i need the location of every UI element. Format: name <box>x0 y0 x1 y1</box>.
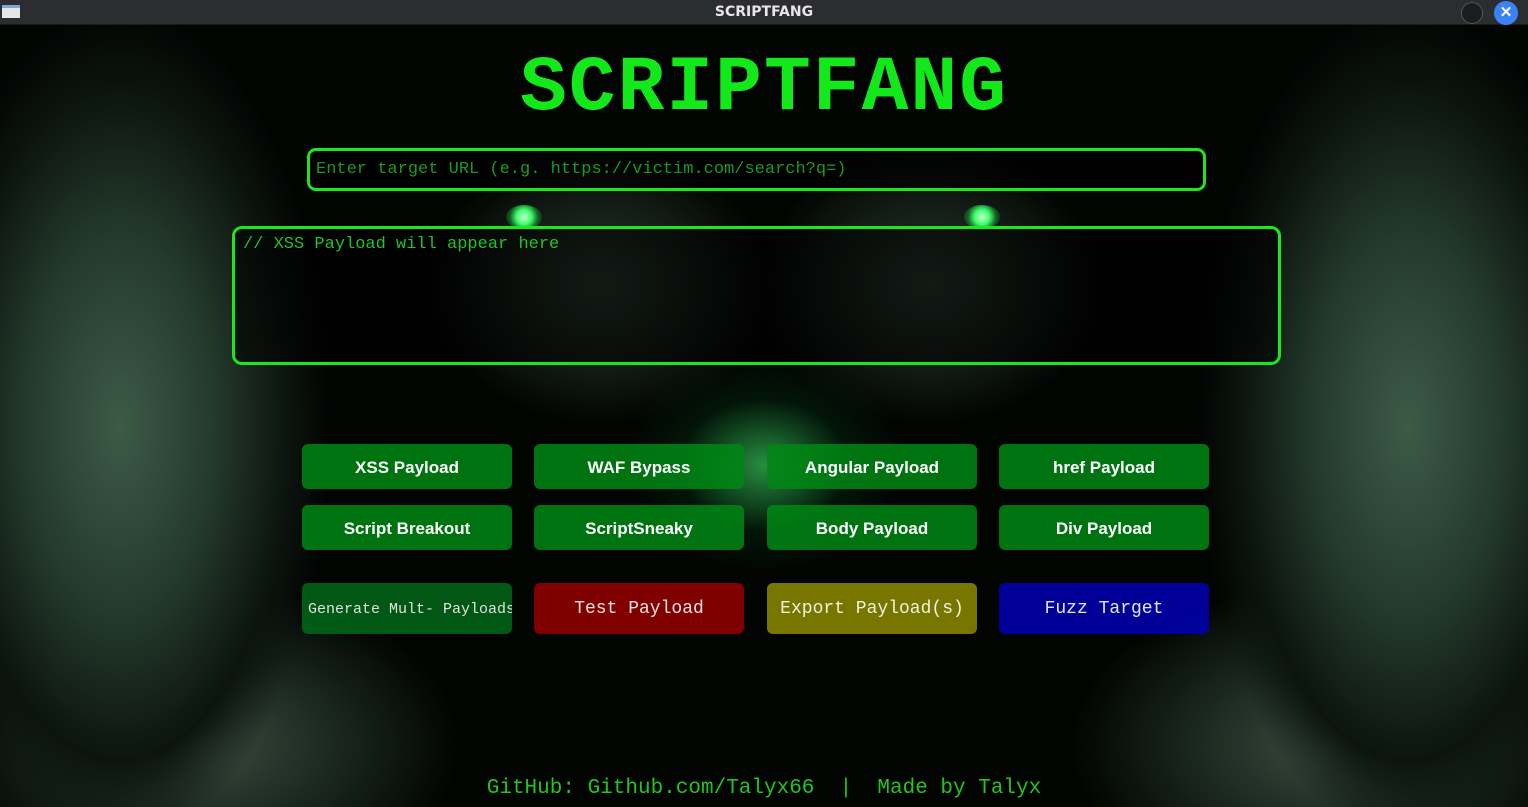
test-payload-button[interactable]: Test Payload <box>534 583 744 634</box>
script-breakout-button[interactable]: Script Breakout <box>302 505 512 550</box>
window-titlebar: SCRIPTFANG ✕ <box>0 0 1528 25</box>
body-payload-button[interactable]: Body Payload <box>767 505 977 550</box>
minimize-button[interactable] <box>1461 2 1483 24</box>
xss-payload-button[interactable]: XSS Payload <box>302 444 512 489</box>
dragon-background-image <box>0 25 1528 807</box>
close-button[interactable]: ✕ <box>1494 1 1518 25</box>
export-payloads-button[interactable]: Export Payload(s) <box>767 583 977 634</box>
target-url-input[interactable] <box>307 148 1206 191</box>
waf-bypass-button[interactable]: WAF Bypass <box>534 444 744 489</box>
div-payload-button[interactable]: Div Payload <box>999 505 1209 550</box>
scriptsneaky-button[interactable]: ScriptSneaky <box>534 505 744 550</box>
angular-payload-button[interactable]: Angular Payload <box>767 444 977 489</box>
footer-credits: GitHub: Github.com/Talyx66 | Made by Tal… <box>486 777 1042 800</box>
fuzz-target-button[interactable]: Fuzz Target <box>999 583 1209 634</box>
close-icon: ✕ <box>1499 4 1513 21</box>
href-payload-button[interactable]: href Payload <box>999 444 1209 489</box>
payload-output[interactable] <box>232 226 1281 365</box>
generate-multi-payloads-button[interactable]: Generate Mult- Payloads <box>302 583 512 634</box>
window-title: SCRIPTFANG <box>714 4 814 20</box>
app-title: SCRIPTFANG <box>519 45 1009 133</box>
